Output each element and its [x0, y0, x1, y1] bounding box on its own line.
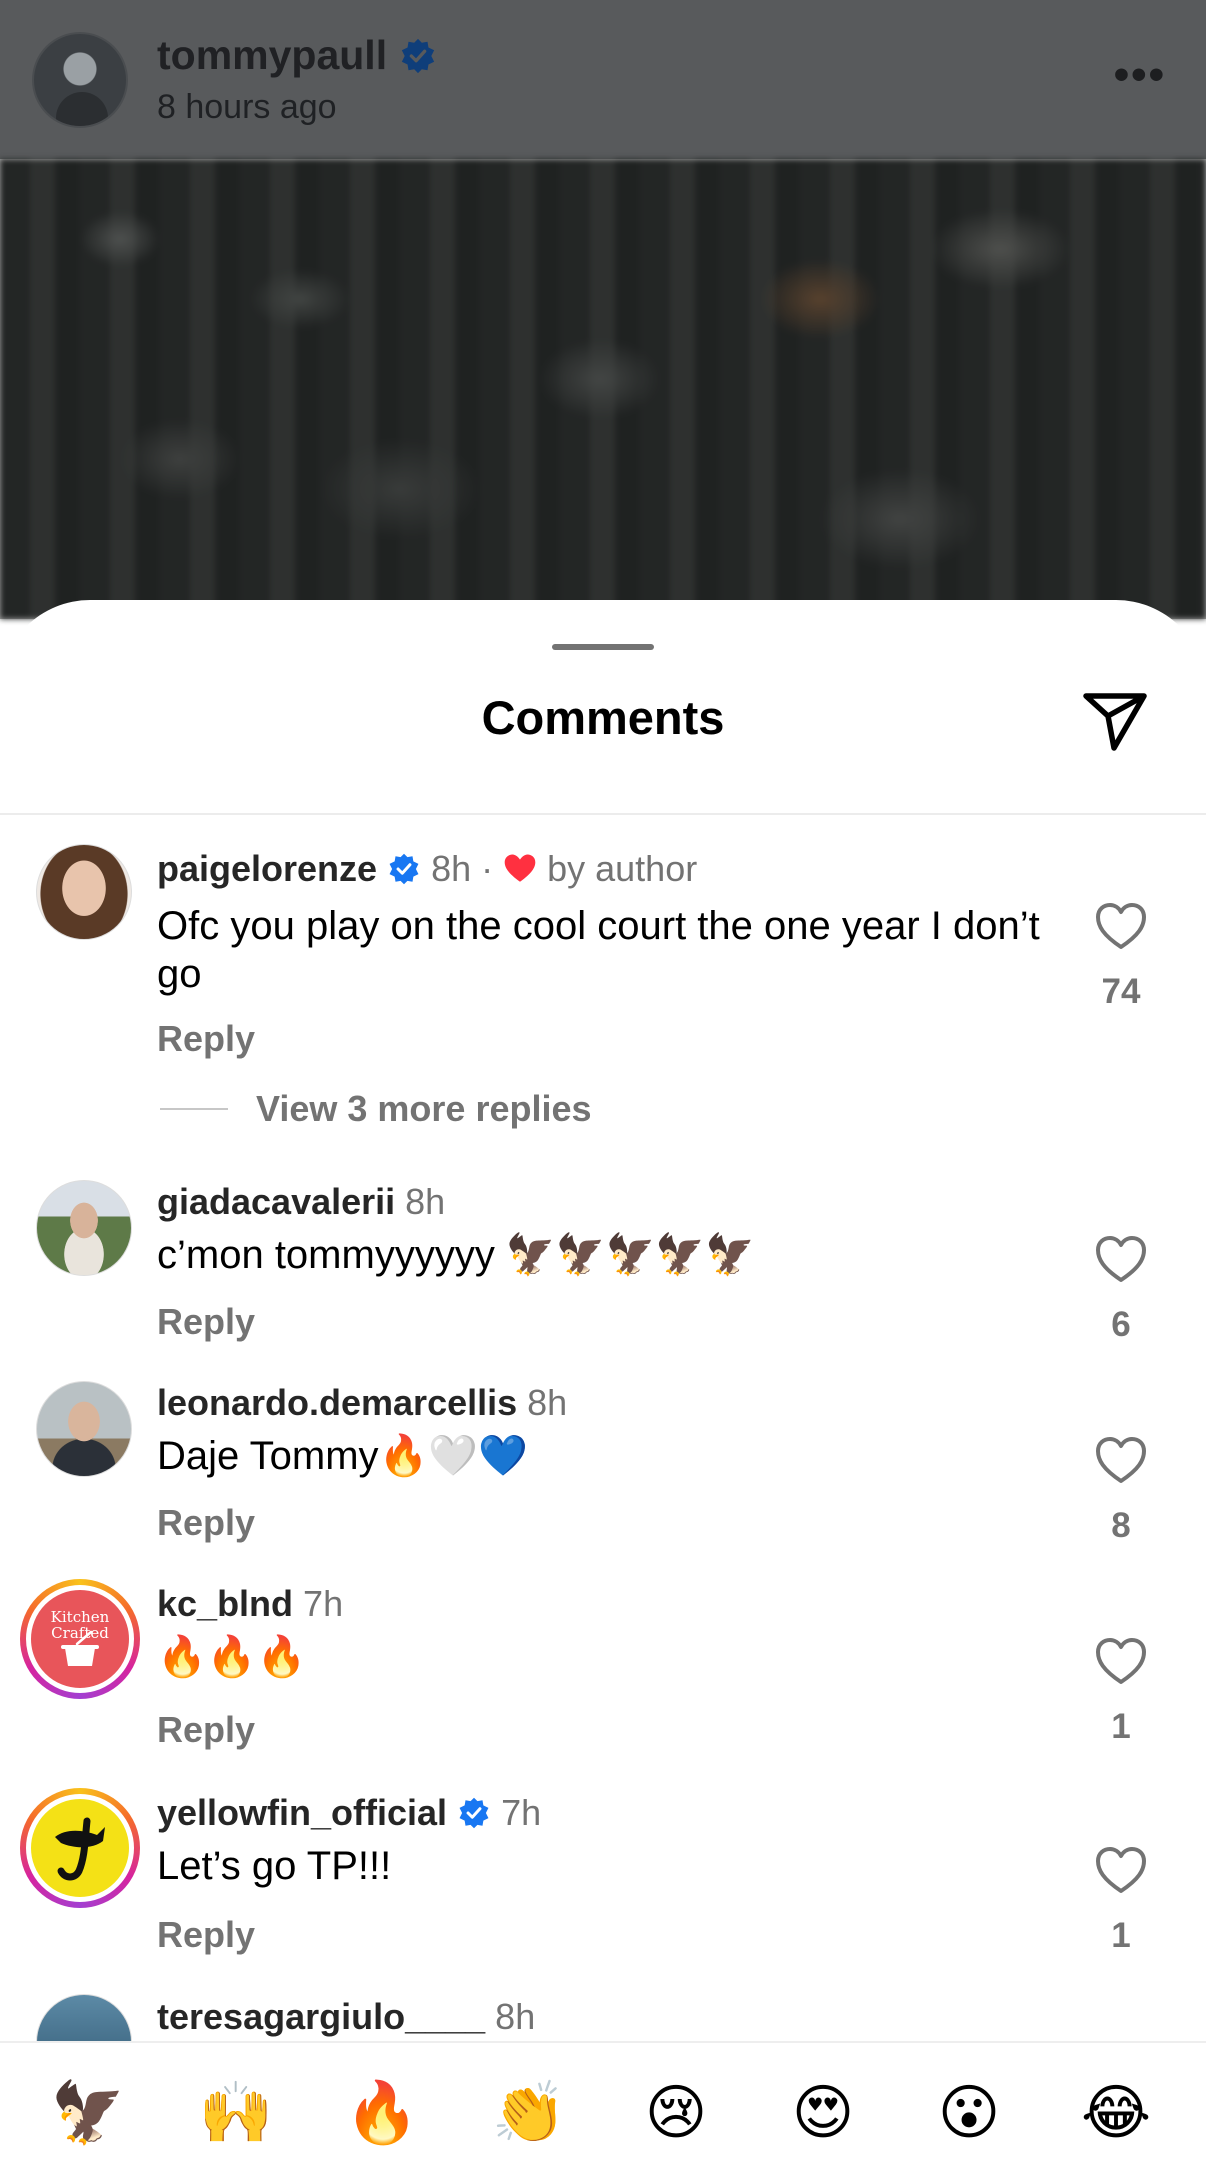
comment-avatar[interactable]: [36, 1180, 132, 1276]
comment-text: Ofc you play on the cool court the one y…: [157, 904, 1040, 996]
like-count: 6: [1111, 1305, 1131, 1344]
reply-button[interactable]: Reply: [157, 1502, 255, 1544]
liked-by-author-heart-icon: [504, 854, 536, 882]
comment-avatar-story-ring[interactable]: Kitchen Crafted: [20, 1579, 140, 1699]
comment-text: c’mon tommyyyyyy 🦅🦅🦅🦅🦅: [157, 1233, 755, 1277]
comment-timestamp: 8h: [431, 848, 472, 889]
heart-eyes-emoji-button[interactable]: 😍: [781, 2071, 865, 2155]
liked-by-author-label: by author: [547, 848, 698, 889]
comment-timestamp: 8h: [527, 1382, 568, 1423]
kitchen-crafted-logo-art: Kitchen Crafted: [51, 1608, 110, 1666]
post-image-dim-overlay: [0, 159, 1206, 619]
fire-emoji-button[interactable]: 🔥: [340, 2071, 424, 2155]
comment-text: Daje Tommy🔥🤍💙: [157, 1434, 528, 1478]
surprised-emoji-button[interactable]: 😮: [927, 2071, 1011, 2155]
comment-avatar[interactable]: [36, 1381, 132, 1477]
verified-badge-icon: [389, 853, 419, 885]
like-count: 1: [1111, 1916, 1131, 1955]
laughing-emoji-button[interactable]: 😂: [1074, 2071, 1158, 2155]
kitchen-crafted-logo: Kitchen Crafted: [26, 1585, 134, 1693]
more-options-icon[interactable]: •••: [1114, 53, 1166, 97]
comment-timestamp: 8h: [405, 1181, 446, 1222]
eagle-emoji-button[interactable]: 🦅: [46, 2071, 130, 2155]
like-count: 8: [1111, 1506, 1131, 1545]
like-heart-icon[interactable]: [1094, 1233, 1148, 1287]
sheet-drag-handle[interactable]: [552, 644, 654, 650]
comment-text: Let’s go TP!!!: [157, 1844, 392, 1888]
post-header: tommypaull 8 hours ago •••: [0, 0, 1206, 159]
comment-timestamp: 7h: [501, 1792, 542, 1833]
like-heart-icon[interactable]: [1094, 900, 1148, 954]
reply-button[interactable]: Reply: [157, 1301, 255, 1343]
comment-username[interactable]: giadacavalerii: [157, 1181, 395, 1223]
post-timestamp: 8 hours ago: [157, 88, 337, 126]
reply-button[interactable]: Reply: [157, 1709, 255, 1751]
like-count: 74: [1101, 972, 1141, 1011]
sheet-divider: [0, 813, 1206, 815]
raising-hands-emoji-button[interactable]: 🙌: [194, 2071, 278, 2155]
comment-username[interactable]: kc_blnd: [157, 1583, 293, 1625]
reply-button[interactable]: Reply: [157, 1018, 255, 1060]
comment-timestamp: 8h: [495, 1996, 536, 2037]
comment-timestamp: 7h: [303, 1583, 344, 1624]
yellowfin-logo-art: [55, 1817, 105, 1881]
reply-button[interactable]: Reply: [157, 1914, 255, 1956]
share-icon[interactable]: [1080, 686, 1150, 756]
meta-separator: ·: [481, 848, 494, 889]
comment-username[interactable]: leonardo.demarcellis: [157, 1382, 517, 1424]
post-author-username[interactable]: tommypaull: [157, 32, 437, 79]
view-replies-label: View 3 more replies: [256, 1088, 592, 1129]
comment-avatar-story-ring[interactable]: [20, 1788, 140, 1908]
clapping-emoji-button[interactable]: 👏: [487, 2071, 571, 2155]
crying-emoji-button[interactable]: 😢: [634, 2071, 718, 2155]
view-more-replies[interactable]: View 3 more replies: [160, 1088, 592, 1130]
comment-text: 🔥🔥🔥: [157, 1635, 307, 1679]
comment-avatar[interactable]: [36, 844, 132, 940]
emoji-reaction-bar: 🦅 🙌 🔥 👏 😢 😍 😮 😂: [0, 2041, 1206, 2166]
like-heart-icon[interactable]: [1094, 1434, 1148, 1488]
yellowfin-logo: [26, 1794, 134, 1902]
svg-text:Crafted: Crafted: [51, 1624, 109, 1642]
verified-badge-icon: [401, 38, 435, 73]
replies-divider-line: [160, 1108, 228, 1110]
post-author-avatar[interactable]: [32, 32, 128, 128]
comment-username[interactable]: paigelorenze: [157, 848, 377, 890]
like-count: 1: [1111, 1707, 1131, 1746]
verified-badge-icon: [459, 1797, 489, 1829]
comment-username[interactable]: teresagargiulo____: [157, 1996, 485, 2038]
like-heart-icon[interactable]: [1094, 1635, 1148, 1689]
comment-username[interactable]: yellowfin_official: [157, 1792, 447, 1834]
like-heart-icon[interactable]: [1094, 1844, 1148, 1898]
sheet-title: Comments: [481, 691, 725, 744]
